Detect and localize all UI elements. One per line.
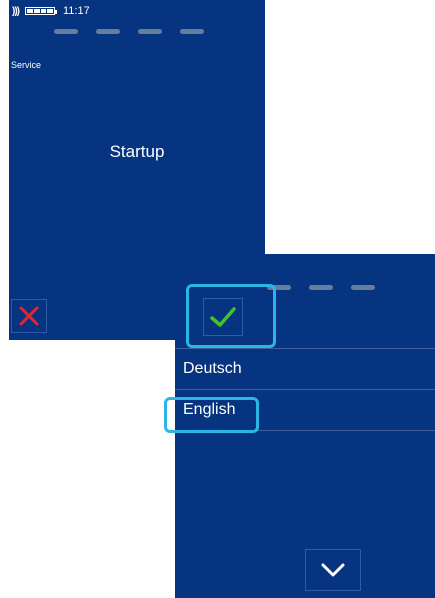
menu-header: Service: [11, 60, 42, 70]
language-option-deutsch[interactable]: Deutsch: [175, 348, 435, 389]
screen-title: Startup: [109, 142, 165, 161]
cancel-button[interactable]: [11, 299, 47, 333]
battery-icon: [25, 7, 57, 15]
progress-dashes: [267, 285, 375, 290]
close-icon: [19, 306, 39, 326]
clock: 11:17: [63, 5, 90, 17]
chevron-down-icon: [321, 563, 345, 577]
english-highlight: [164, 397, 259, 433]
progress-dashes: [54, 29, 204, 34]
contactless-icon: ))): [12, 5, 20, 17]
confirm-highlight: [186, 284, 276, 348]
scroll-down-button[interactable]: [305, 549, 361, 591]
status-bar: ))) 11:17: [12, 4, 90, 18]
